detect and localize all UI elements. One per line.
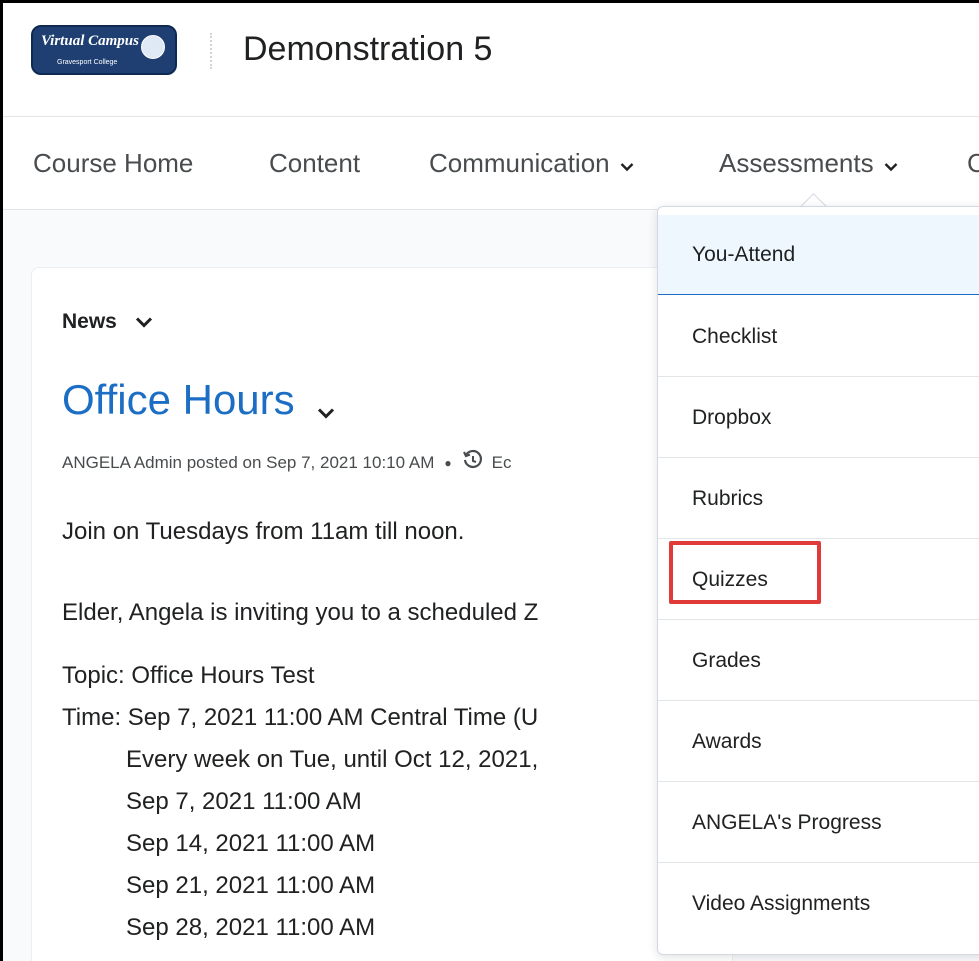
news-body-line: Sep 14, 2021 11:00 AM bbox=[126, 830, 376, 857]
nav-content[interactable]: Content bbox=[269, 148, 360, 179]
course-navbar: Course Home Content Communication Assess… bbox=[3, 117, 979, 210]
nav-communication[interactable]: Communication bbox=[429, 148, 634, 179]
menu-item-progress[interactable]: ANGELA's Progress bbox=[658, 783, 979, 863]
logo-text: Virtual Campus bbox=[41, 33, 139, 49]
nav-truncated-label: C bbox=[967, 148, 979, 178]
menu-item-label: Dropbox bbox=[692, 406, 772, 429]
news-widget-header[interactable]: News bbox=[62, 310, 153, 334]
news-body-line: Elder, Angela is inviting you to a sched… bbox=[62, 599, 539, 626]
nav-assessments-label: Assessments bbox=[719, 148, 874, 178]
menu-item-grades[interactable]: Grades bbox=[658, 621, 979, 701]
nav-course-home-label: Course Home bbox=[33, 148, 194, 178]
quizzes-highlight-annotation bbox=[669, 541, 821, 604]
nav-communication-label: Communication bbox=[429, 148, 610, 178]
news-body-line: Join on Tuesdays from 11am till noon. bbox=[62, 518, 465, 545]
menu-item-label: Awards bbox=[692, 730, 762, 753]
browser-viewport: Virtual Campus Gravesport College Demons… bbox=[3, 3, 979, 961]
campus-logo[interactable]: Virtual Campus Gravesport College bbox=[31, 25, 177, 75]
news-body-line: Time: Sep 7, 2021 11:00 AM Central Time … bbox=[62, 704, 539, 731]
news-title-text: Office Hours bbox=[62, 376, 295, 423]
posted-by-text: ANGELA Admin posted on Sep 7, 2021 10:10… bbox=[62, 452, 435, 472]
news-posted-meta: ANGELA Admin posted on Sep 7, 2021 10:10… bbox=[62, 449, 511, 476]
chevron-down-icon bbox=[620, 148, 634, 179]
news-body-line: Sep 21, 2021 11:00 AM bbox=[126, 872, 376, 899]
menu-item-label: You-Attend bbox=[692, 243, 796, 266]
news-widget-label: News bbox=[62, 310, 117, 333]
menu-item-label: Grades bbox=[692, 649, 761, 672]
menu-item-video-assignments[interactable]: Video Assignments bbox=[658, 864, 979, 944]
history-icon bbox=[462, 449, 484, 476]
chevron-down-icon[interactable] bbox=[317, 381, 335, 429]
course-title[interactable]: Demonstration 5 bbox=[243, 30, 492, 69]
nav-assessments[interactable]: Assessments bbox=[719, 148, 898, 179]
menu-item-label: Checklist bbox=[692, 325, 778, 348]
nav-course-home[interactable]: Course Home bbox=[33, 148, 193, 179]
chevron-down-icon bbox=[884, 148, 898, 179]
edited-text: Ec bbox=[491, 452, 512, 472]
news-body-line: Topic: Office Hours Test bbox=[62, 662, 315, 689]
menu-item-label: Rubrics bbox=[692, 487, 764, 510]
menu-item-dropbox[interactable]: Dropbox bbox=[658, 378, 979, 458]
menu-item-label: Video Assignments bbox=[692, 892, 871, 915]
globe-icon bbox=[141, 35, 165, 59]
logo-subtext: Gravesport College bbox=[57, 59, 118, 66]
menu-item-rubrics[interactable]: Rubrics bbox=[658, 459, 979, 539]
news-widget: News Office Hours ANGELA Admin posted on… bbox=[31, 267, 733, 961]
nav-content-label: Content bbox=[269, 148, 361, 178]
news-body-line: Every week on Tue, until Oct 12, 2021, bbox=[126, 746, 539, 773]
news-body-line: Sep 7, 2021 11:00 AM bbox=[126, 788, 362, 815]
course-header: Virtual Campus Gravesport College Demons… bbox=[3, 3, 979, 117]
news-item-title[interactable]: Office Hours bbox=[62, 371, 335, 429]
menu-item-you-attend[interactable]: You-Attend bbox=[658, 215, 979, 295]
bullet-separator: ● bbox=[444, 455, 452, 470]
chevron-down-icon bbox=[135, 310, 153, 334]
menu-item-checklist[interactable]: Checklist bbox=[658, 297, 979, 377]
nav-truncated-item[interactable]: C bbox=[967, 148, 979, 179]
news-body-line: Sep 28, 2021 11:00 AM bbox=[126, 914, 376, 941]
menu-item-awards[interactable]: Awards bbox=[658, 702, 979, 782]
header-separator bbox=[210, 33, 212, 69]
menu-item-label: ANGELA's Progress bbox=[692, 811, 882, 834]
